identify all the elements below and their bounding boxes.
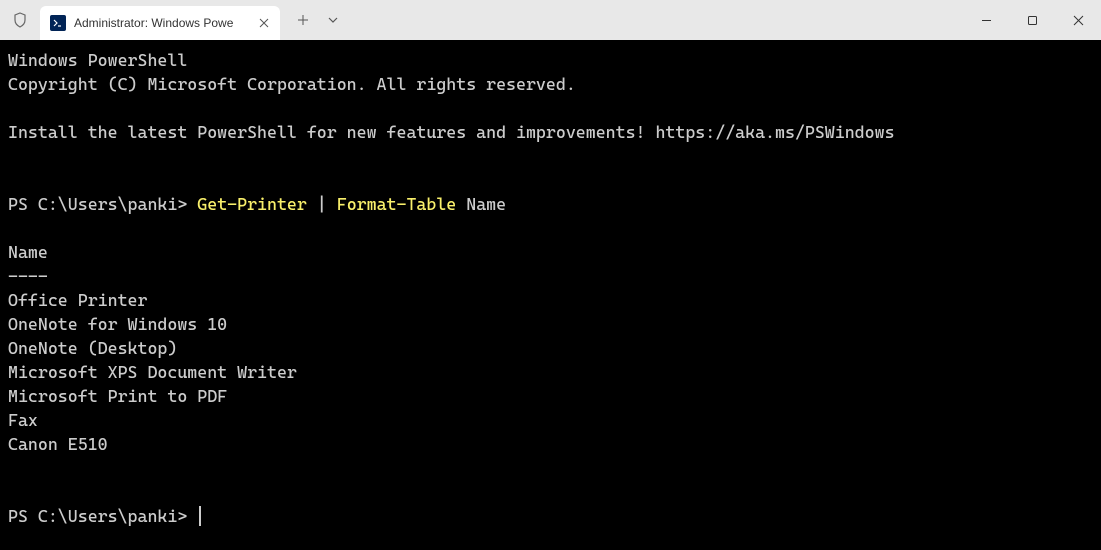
table-row: OneNote (Desktop) — [8, 338, 177, 358]
cursor — [199, 506, 201, 526]
table-row: OneNote for Windows 10 — [8, 314, 227, 334]
table-row: Canon E510 — [8, 434, 108, 454]
ps-arg: Name — [456, 194, 506, 214]
tab-dropdown-button[interactable] — [318, 5, 348, 35]
table-row: Microsoft Print to PDF — [8, 386, 227, 406]
ps-prompt: PS C:\Users\panki> — [8, 194, 197, 214]
new-tab-button[interactable] — [288, 5, 318, 35]
terminal-output[interactable]: Windows PowerShell Copyright (C) Microso… — [0, 40, 1101, 550]
table-row: Microsoft XPS Document Writer — [8, 362, 297, 382]
table-divider: ---- — [8, 266, 48, 286]
ps-prompt: PS C:\Users\panki> — [8, 506, 197, 526]
table-row: Fax — [8, 410, 38, 430]
terminal-line: Windows PowerShell — [8, 50, 187, 70]
ps-pipe: | — [307, 194, 337, 214]
tab-title: Administrator: Windows Powe — [74, 16, 248, 30]
ps-command: Get-Printer — [197, 194, 307, 214]
maximize-button[interactable] — [1009, 0, 1055, 40]
shield-icon — [0, 12, 40, 28]
tab-active[interactable]: Administrator: Windows Powe — [40, 6, 280, 40]
ps-command: Format-Table — [337, 194, 457, 214]
window-controls — [963, 0, 1101, 40]
terminal-line: Copyright (C) Microsoft Corporation. All… — [8, 74, 576, 94]
titlebar: Administrator: Windows Powe — [0, 0, 1101, 40]
minimize-button[interactable] — [963, 0, 1009, 40]
close-button[interactable] — [1055, 0, 1101, 40]
table-header: Name — [8, 242, 48, 262]
powershell-icon — [50, 15, 66, 31]
tab-close-button[interactable] — [256, 15, 272, 31]
table-row: Office Printer — [8, 290, 147, 310]
terminal-line: Install the latest PowerShell for new fe… — [8, 122, 895, 142]
